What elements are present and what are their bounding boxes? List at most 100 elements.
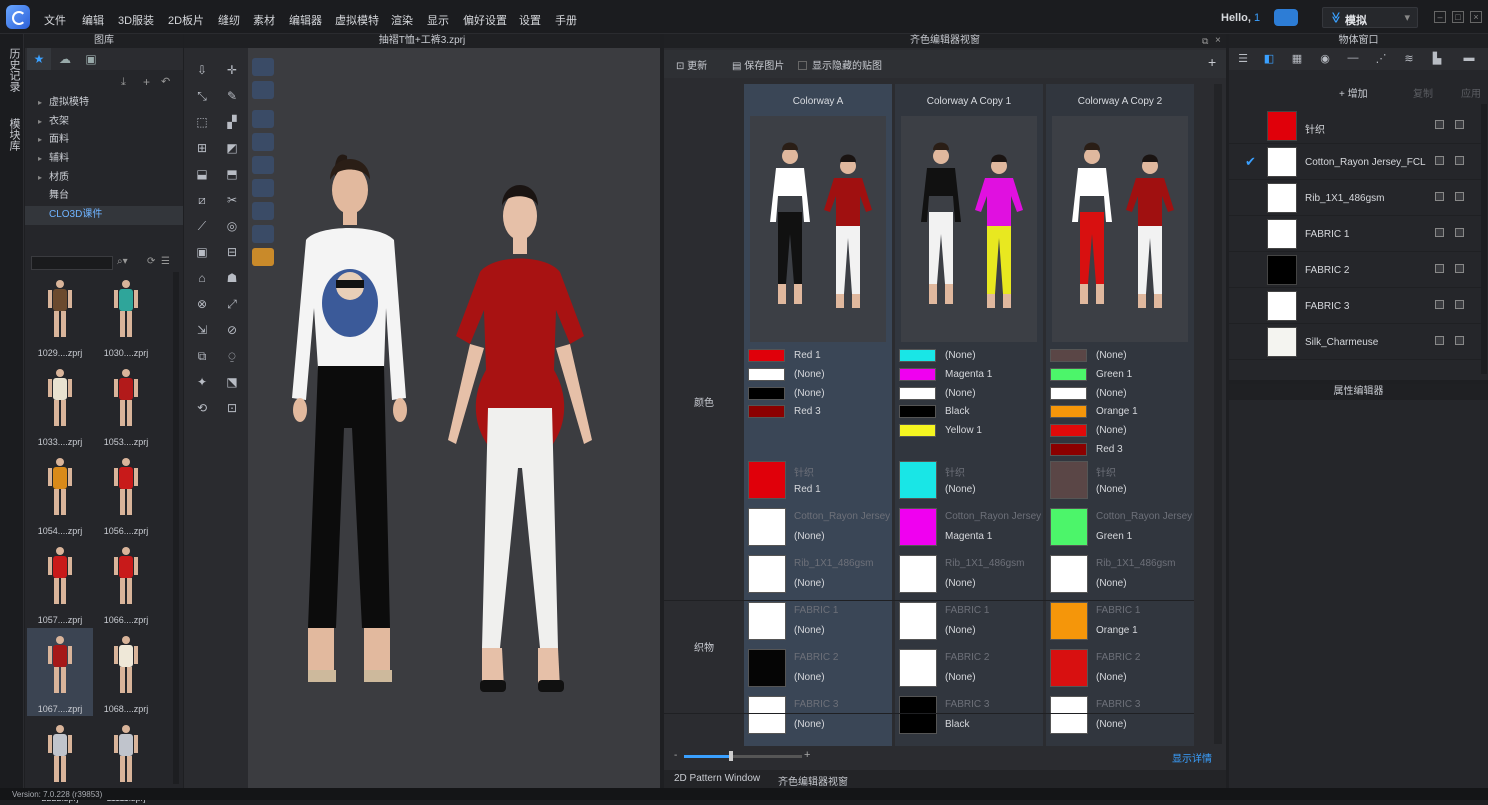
menu-item-2[interactable]: 3D服装 — [118, 12, 154, 28]
fabric-edit-icon[interactable] — [1435, 192, 1444, 201]
color-swatch[interactable] — [1050, 386, 1087, 400]
tool-icon-20[interactable]: ⇲ — [192, 322, 212, 338]
fabric-swatch[interactable] — [748, 555, 786, 593]
colorway-column[interactable]: Colorway A Copy 2 (None) Green 1 (None) Ora… — [1046, 84, 1194, 768]
copy-object-button[interactable]: 复制 — [1413, 85, 1433, 100]
library-thumbnail[interactable]: 1056....zprj — [93, 450, 159, 538]
color-swatch[interactable] — [748, 386, 785, 400]
maximize-icon[interactable]: □ — [1452, 11, 1464, 23]
fabric-edit-icon[interactable] — [1435, 264, 1444, 273]
tool-icon-16[interactable]: ⌂ — [192, 270, 212, 286]
menu-item-5[interactable]: 素材 — [253, 12, 275, 28]
color-swatch[interactable] — [899, 424, 936, 438]
tool-icon-7[interactable]: ◩ — [222, 140, 242, 156]
library-thumbnail[interactable]: 1068....zprj — [93, 628, 159, 716]
tool-icon-0[interactable]: ⇩ — [192, 62, 212, 78]
fabric-swatch[interactable] — [748, 508, 786, 546]
fabric-visibility-icon[interactable] — [1455, 192, 1464, 201]
tool-icon-23[interactable]: ⍜ — [222, 348, 242, 364]
button-icon[interactable]: ◉ — [1317, 52, 1333, 66]
tool-icon-2[interactable]: ⤡ — [192, 88, 212, 104]
fabric-edit-icon[interactable] — [1435, 156, 1444, 165]
tree-item[interactable]: 辅料 — [25, 150, 183, 169]
colorway-scrollbar[interactable] — [1214, 84, 1222, 744]
tool-icon-4[interactable]: ⬚ — [192, 114, 212, 130]
minimize-icon[interactable]: – — [1434, 11, 1446, 23]
color-swatch[interactable] — [899, 367, 936, 381]
tool-icon-25[interactable]: ⬔ — [222, 374, 242, 390]
fabric-swatch[interactable] — [1050, 461, 1088, 499]
fabric-edit-icon[interactable] — [1435, 228, 1444, 237]
library-scrollbar[interactable] — [173, 272, 179, 784]
fabric-swatch[interactable] — [1267, 219, 1297, 249]
zoom-out-icon[interactable]: - — [674, 750, 677, 761]
tool-icon-3[interactable]: ✎ — [222, 88, 242, 104]
fabric-swatch[interactable] — [1267, 255, 1297, 285]
fabric-swatch[interactable] — [899, 508, 937, 546]
color-swatch[interactable] — [899, 349, 936, 362]
tool-icon-15[interactable]: ⊟ — [222, 244, 242, 260]
fabric-swatch[interactable] — [1050, 602, 1088, 640]
tool-icon-9[interactable]: ⬒ — [222, 166, 242, 182]
show-details-link[interactable]: 显示详情 — [1172, 750, 1212, 765]
fabric-swatch[interactable] — [748, 696, 786, 734]
cloud-icon[interactable] — [1274, 9, 1298, 26]
tool-icon-11[interactable]: ✂ — [222, 192, 242, 208]
back-icon[interactable]: ↶ — [161, 75, 170, 88]
color-swatch[interactable] — [1050, 367, 1087, 381]
menu-item-8[interactable]: 渲染 — [391, 12, 413, 28]
display-tool-icon-0[interactable] — [252, 58, 274, 76]
library-thumbnail[interactable]: 1053....zprj — [93, 361, 159, 449]
tree-item[interactable]: 面料 — [25, 131, 183, 150]
update-button[interactable]: ⊡ 更新 — [676, 57, 707, 72]
avatar-1[interactable] — [292, 154, 407, 682]
fabric-edit-icon[interactable] — [1435, 300, 1444, 309]
fabric-swatch[interactable] — [899, 696, 937, 734]
fabric-visibility-icon[interactable] — [1455, 300, 1464, 309]
refresh-icon[interactable]: ⟳ — [147, 256, 155, 267]
library-thumbnail[interactable]: 1054....zprj — [27, 450, 93, 538]
fabric-list-item[interactable]: FABRIC 1 — [1229, 216, 1481, 252]
tool-icon-13[interactable]: ◎ — [222, 218, 242, 234]
menu-item-11[interactable]: 设置 — [519, 12, 541, 28]
zoom-in-icon[interactable]: + — [804, 749, 810, 761]
library-thumbnail[interactable]: 1057....zprj — [27, 539, 93, 627]
fabric-swatch[interactable] — [1050, 555, 1088, 593]
tool-icon-5[interactable]: ▞ — [222, 114, 242, 130]
fabric-visibility-icon[interactable] — [1455, 336, 1464, 345]
fabric-list-item[interactable]: Rib_1X1_486gsm — [1229, 180, 1481, 216]
save-image-button[interactable]: ▤ 保存图片 — [732, 57, 784, 72]
color-swatch[interactable] — [1050, 405, 1087, 419]
tab-colorway-editor[interactable]: 齐色编辑器视窗 — [778, 773, 848, 788]
fabric-swatch[interactable] — [1267, 327, 1297, 357]
tool-icon-26[interactable]: ⟲ — [192, 400, 212, 416]
tool-icon-12[interactable]: ⟋ — [192, 218, 212, 234]
star-icon[interactable]: ★ — [27, 48, 51, 70]
display-tool-icon-5[interactable] — [252, 179, 274, 197]
tree-item[interactable]: CLO3D课件 — [25, 206, 183, 225]
color-swatch[interactable] — [748, 405, 785, 419]
search-icon[interactable]: ⌕▾ — [117, 256, 128, 267]
tool-icon-22[interactable]: ⧉ — [192, 348, 212, 364]
panel-float-icon[interactable]: ⧉ — [1202, 36, 1208, 47]
color-swatch[interactable] — [1050, 349, 1087, 362]
fabric-list-item[interactable]: 针织 — [1229, 108, 1481, 144]
list-icon[interactable]: ☰ — [1235, 52, 1251, 66]
menu-item-12[interactable]: 手册 — [555, 12, 577, 28]
colorway-column[interactable]: Colorway A Red 1 (None) (None) Red 3 针织 Red 1… — [744, 84, 892, 768]
fabric-swatch[interactable] — [748, 461, 786, 499]
tab-modules[interactable]: 模块库 — [6, 118, 22, 151]
display-tool-icon-8[interactable] — [252, 248, 274, 266]
menu-item-0[interactable]: 文件 — [44, 12, 66, 28]
colorway-column[interactable]: Colorway A Copy 1 (None) Magenta 1 (None) B… — [895, 84, 1043, 768]
library-thumbnail[interactable]: 1029....zprj — [27, 272, 93, 360]
menu-item-6[interactable]: 编辑器 — [289, 12, 322, 28]
avatar-scene[interactable] — [248, 48, 660, 788]
tool-icon-8[interactable]: ⬓ — [192, 166, 212, 182]
fabric-swatch[interactable] — [899, 602, 937, 640]
display-tool-icon-1[interactable] — [252, 81, 274, 99]
object-scrollbar[interactable] — [1481, 104, 1487, 374]
fabric-swatch[interactable] — [748, 649, 786, 687]
menu-item-10[interactable]: 偏好设置 — [463, 12, 507, 28]
color-swatch[interactable] — [1050, 443, 1087, 456]
